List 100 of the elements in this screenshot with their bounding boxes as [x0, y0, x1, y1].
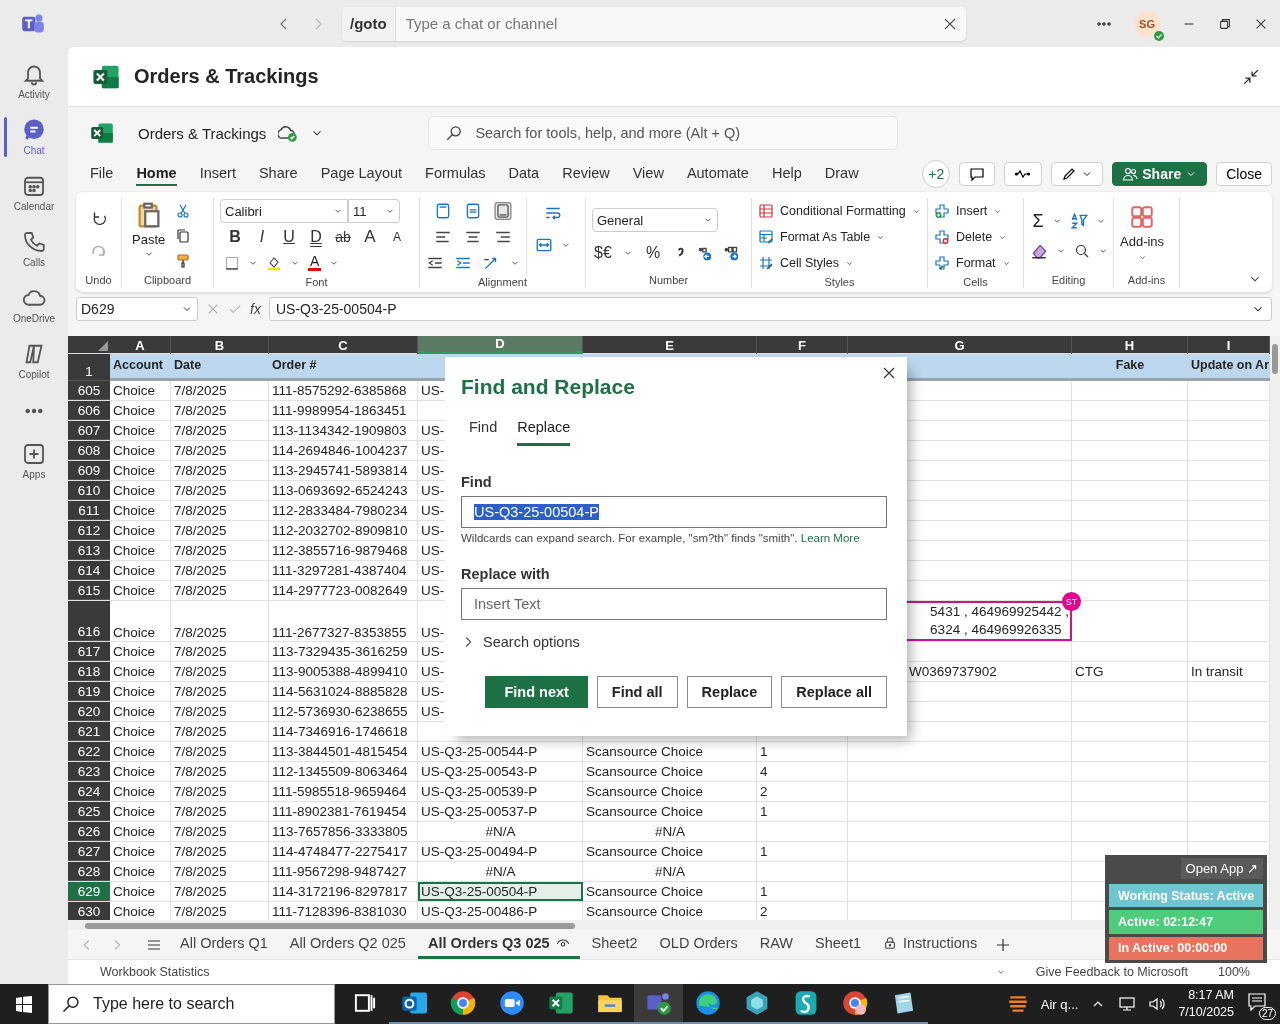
copy-icon[interactable]: [175, 228, 192, 244]
network-icon[interactable]: [1118, 995, 1137, 1013]
vertical-scrollbar[interactable]: [1270, 336, 1280, 920]
dialog-button[interactable]: Replace all: [781, 676, 887, 708]
menu-tab[interactable]: Formulas: [425, 162, 486, 186]
bold-button[interactable]: B: [224, 226, 246, 248]
row-number[interactable]: 613: [68, 541, 110, 560]
row-number[interactable]: 614: [68, 561, 110, 580]
delete-cells-button[interactable]: Delete: [934, 224, 1008, 250]
underline-button[interactable]: U: [278, 226, 300, 248]
dialog-tab[interactable]: Replace: [517, 419, 571, 446]
dialog-tab[interactable]: Find: [469, 419, 498, 446]
weather-icon[interactable]: [1006, 993, 1029, 1015]
currency-button[interactable]: $€: [592, 242, 614, 264]
row-number[interactable]: 625: [68, 802, 110, 821]
collaborators-badge[interactable]: +2: [922, 160, 951, 188]
sheet-tab[interactable]: Sheet1: [805, 930, 871, 959]
search-bar[interactable]: Type here to search: [48, 984, 335, 1024]
format-painter-icon[interactable]: [175, 253, 192, 270]
row-number[interactable]: 606: [68, 401, 110, 420]
font-size-dropdown[interactable]: 11: [348, 199, 400, 223]
menu-tab[interactable]: Share: [258, 162, 298, 186]
phone-icon[interactable]: [22, 230, 46, 254]
windows-start-icon[interactable]: [15, 995, 33, 1013]
rail-item[interactable]: Calendar: [0, 165, 68, 221]
restore-icon[interactable]: [1218, 16, 1232, 31]
insert-function-button[interactable]: fx: [250, 301, 261, 317]
row-number[interactable]: 619: [68, 682, 110, 701]
format-as-table-button[interactable]: Format As Table: [758, 224, 886, 250]
comments-button[interactable]: [959, 162, 996, 186]
row-number[interactable]: 630: [68, 902, 110, 920]
zoom-level[interactable]: 100%: [1218, 965, 1250, 979]
weather-text[interactable]: Air q...: [1040, 996, 1079, 1012]
top-align-icon[interactable]: [434, 202, 452, 220]
share-button[interactable]: Share: [1112, 162, 1208, 186]
sheet-tab[interactable]: RAW: [749, 930, 804, 959]
sheet-tab[interactable]: Instructions: [873, 930, 988, 959]
merge-icon[interactable]: [535, 236, 553, 254]
menu-tab[interactable]: Home: [136, 162, 177, 186]
paint-bucket-icon[interactable]: [266, 255, 282, 271]
row-number[interactable]: 610: [68, 481, 110, 500]
decrease-decimal-icon[interactable]: [723, 244, 741, 262]
collapse-icon[interactable]: [1242, 67, 1260, 86]
paste-button[interactable]: Paste: [128, 198, 170, 274]
clock-time[interactable]: 8:17 AM: [1188, 987, 1234, 1004]
add-app-icon[interactable]: [22, 442, 46, 466]
find-icon[interactable]: [1074, 243, 1090, 259]
row-number[interactable]: 622: [68, 742, 110, 761]
add-sheet-icon[interactable]: [995, 936, 1012, 953]
volume-icon[interactable]: [1148, 995, 1167, 1013]
number-format-dropdown[interactable]: General: [592, 208, 718, 232]
menu-tab[interactable]: Data: [508, 162, 540, 186]
strikethrough-button[interactable]: ab: [332, 226, 354, 248]
format-cells-button[interactable]: Format: [934, 250, 1011, 276]
menu-tab[interactable]: Draw: [824, 162, 859, 186]
eraser-icon[interactable]: [1030, 242, 1048, 260]
dialog-button[interactable]: Find all: [596, 676, 678, 708]
middle-align-icon[interactable]: [464, 202, 482, 220]
borders-icon[interactable]: [224, 255, 240, 271]
conditional-formatting-button[interactable]: Conditional Formatting: [758, 198, 921, 224]
menu-tab[interactable]: Review: [562, 162, 610, 186]
search-field[interactable]: Type a chat or channel: [395, 8, 942, 39]
row-number[interactable]: 623: [68, 762, 110, 781]
rail-item[interactable]: Calls: [0, 221, 68, 277]
sheet-tab[interactable]: All Orders Q1: [170, 930, 278, 959]
row-number[interactable]: 607: [68, 421, 110, 440]
row-number[interactable]: 617: [68, 642, 110, 661]
row-number[interactable]: 609: [68, 461, 110, 480]
row-number[interactable]: 628: [68, 862, 110, 881]
feedback-link[interactable]: Give Feedback to Microsoft: [1035, 965, 1188, 979]
italic-button[interactable]: I: [251, 226, 273, 248]
cell-styles-button[interactable]: Cell Styles: [758, 250, 855, 276]
row-number[interactable]: 620: [68, 702, 110, 721]
percent-button[interactable]: %: [642, 242, 664, 264]
rail-item[interactable]: Activity: [0, 53, 68, 109]
row-number[interactable]: 611: [68, 501, 110, 520]
row-number[interactable]: 608: [68, 441, 110, 460]
clock-date[interactable]: 7/10/2025: [1178, 1004, 1234, 1021]
column-header[interactable]: D: [418, 336, 583, 354]
decrease-font-button[interactable]: A: [386, 226, 408, 248]
sort-filter-icon[interactable]: [1069, 212, 1088, 230]
calendar-icon[interactable]: [22, 174, 46, 198]
menu-tab[interactable]: File: [90, 162, 114, 186]
menu-tab[interactable]: Automate: [686, 162, 749, 186]
row-number[interactable]: 621: [68, 722, 110, 741]
font-name-dropdown[interactable]: Calibri: [220, 199, 348, 223]
row-number[interactable]: 616: [68, 601, 110, 641]
row-number[interactable]: 1: [68, 354, 110, 381]
add-ins-button[interactable]: Add-ins: [1120, 198, 1165, 274]
row-number[interactable]: 624: [68, 782, 110, 801]
bottom-align-icon[interactable]: [494, 202, 512, 220]
row-number[interactable]: 627: [68, 842, 110, 861]
search-bar[interactable]: /goto Type a chat or channel: [342, 6, 966, 41]
row-number[interactable]: 612: [68, 521, 110, 540]
double-underline-button[interactable]: D: [305, 226, 327, 248]
rail-item[interactable]: Chat: [0, 109, 68, 165]
sheet-tab[interactable]: Sheet2: [581, 930, 648, 959]
close-button[interactable]: Close: [1216, 162, 1272, 186]
autosum-button[interactable]: Σ: [1032, 210, 1044, 232]
search-field[interactable]: Search for tools, help, and more (Alt + Q): [473, 124, 898, 142]
